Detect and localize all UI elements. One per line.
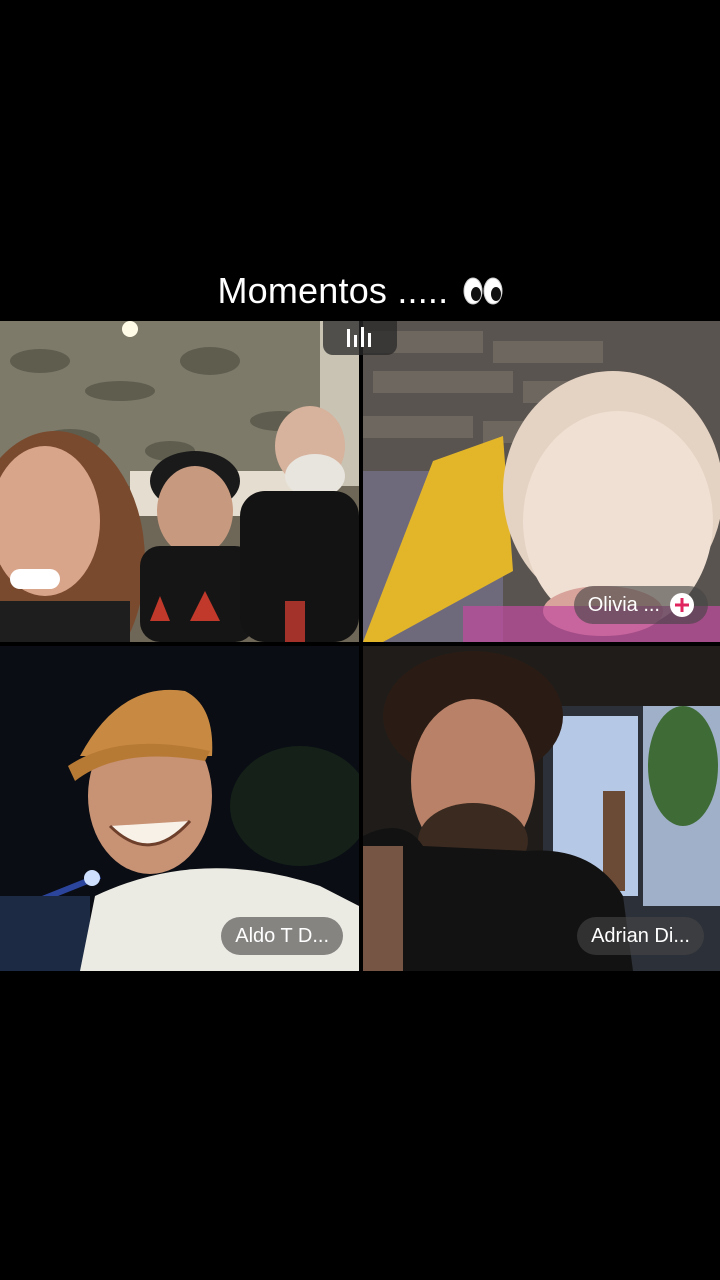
guest-name-pill[interactable]: Aldo T D... [221, 917, 343, 955]
guest-name-pill[interactable]: Adrian Di... [577, 917, 704, 955]
caption-text: Momentos ..... [217, 270, 449, 311]
guest-tile-2[interactable]: Olivia ... [363, 321, 720, 642]
multi-guest-grid: Olivia ... Aldo T D... Adrian Di... [0, 321, 720, 971]
guest-name: Olivia ... [587, 594, 660, 616]
audio-bars-icon [347, 327, 371, 347]
video-caption: Momentos ..... [0, 270, 720, 315]
eyes-emoji-icon [463, 273, 503, 315]
guest-tile-3[interactable]: Aldo T D... [0, 646, 359, 971]
live-video-page: Momentos ..... Olivia ... Aldo T D... Ad… [0, 0, 720, 1280]
guest-name: Aldo T D... [235, 925, 329, 947]
guest-tile-4[interactable]: Adrian Di... [363, 646, 720, 971]
guest-name: Adrian Di... [591, 925, 690, 947]
guest-name-pill[interactable]: Olivia ... [573, 586, 708, 624]
guest-video-1 [0, 321, 359, 642]
live-audio-indicator [323, 321, 397, 355]
guest-tile-1[interactable] [0, 321, 359, 642]
add-icon[interactable] [670, 593, 694, 617]
